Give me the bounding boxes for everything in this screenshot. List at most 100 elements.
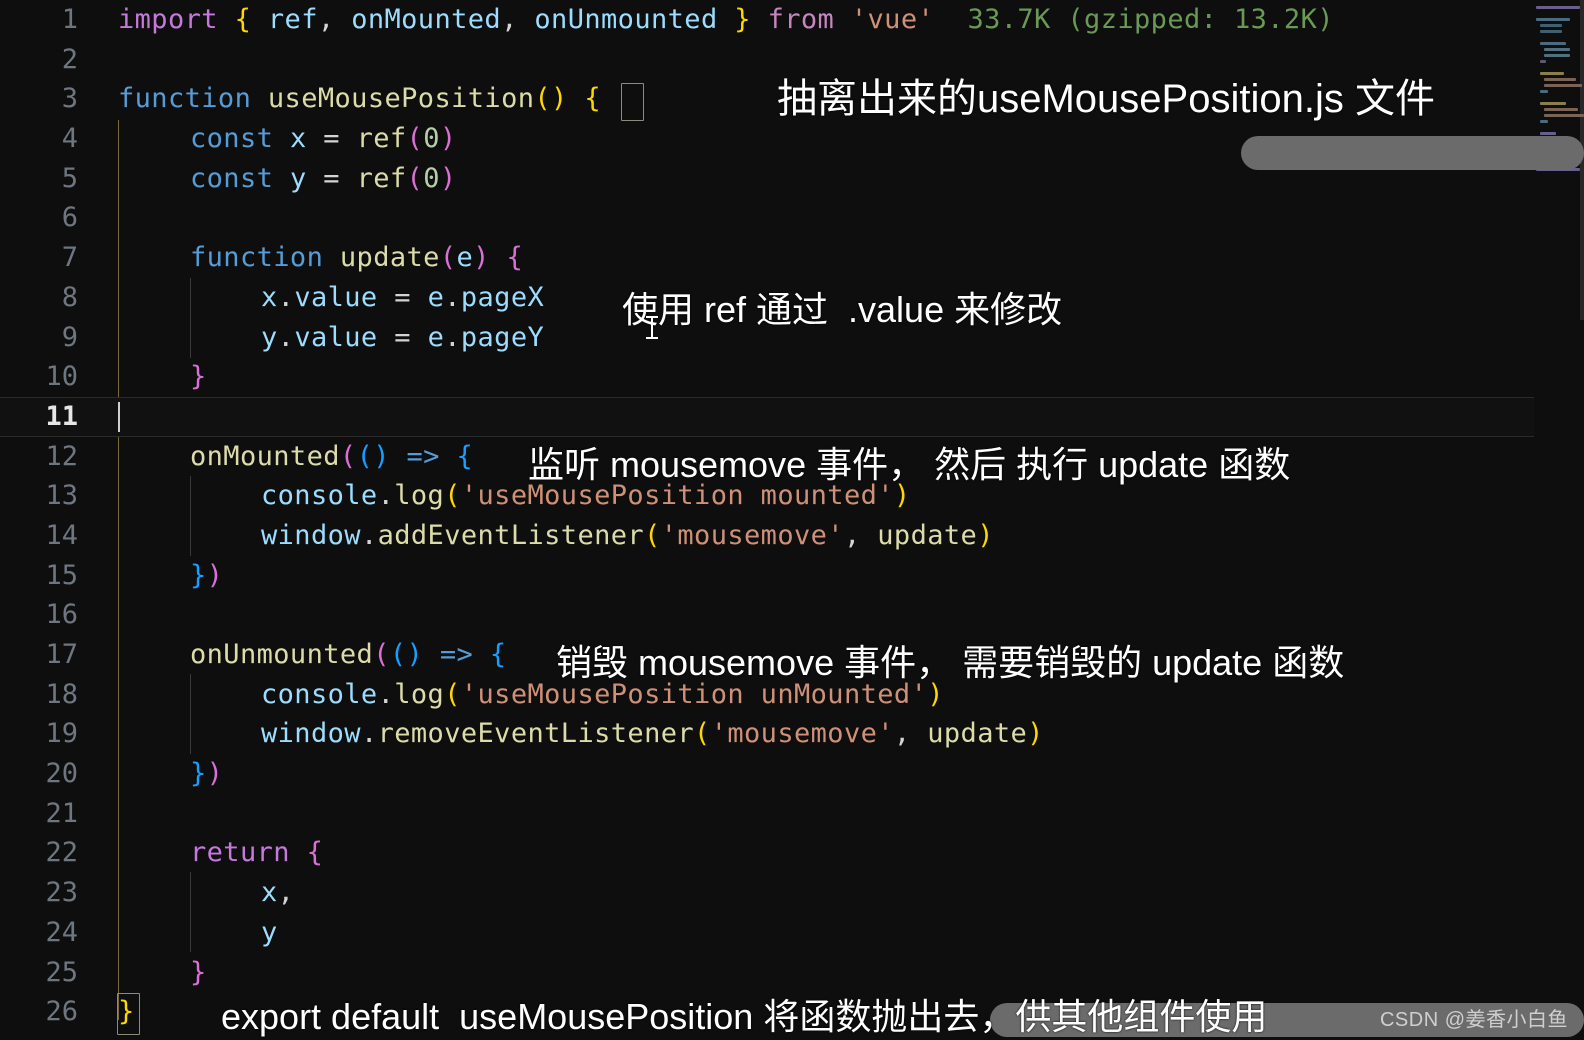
vscode-editor-screenshot: 1 import { ref, onMounted, onUnmounted }… xyxy=(0,0,1584,1040)
line-content: }) xyxy=(190,559,224,591)
token-addeventlistener: addEventListener xyxy=(377,519,645,551)
line-number: 17 xyxy=(45,639,78,670)
line-number: 6 xyxy=(61,202,78,234)
token-ref: ref xyxy=(267,4,318,35)
code-line[interactable]: 25 } xyxy=(0,953,1584,993)
token-const: const xyxy=(190,162,274,194)
line-number: 25 xyxy=(45,956,78,988)
code-line[interactable]: 19 window.removeEventListener('mousemove… xyxy=(0,714,1584,754)
token-console: console xyxy=(261,678,378,710)
code-line[interactable]: 20 }) xyxy=(0,754,1584,794)
token-onmounted: onMounted xyxy=(351,4,502,35)
code-line[interactable]: 16 xyxy=(0,595,1584,635)
line-content: y xyxy=(261,913,278,953)
annotation-on-mounted: 监听 mousemove 事件， 然后 执行 update 函数 xyxy=(528,444,1291,485)
token-window: window xyxy=(261,718,361,750)
line-content: window.addEventListener('mousemove', upd… xyxy=(261,519,994,551)
code-line[interactable]: 14 window.addEventListener('mousemove', … xyxy=(0,516,1584,556)
token-function: function xyxy=(190,242,324,274)
token-x: x xyxy=(261,877,278,909)
line-number: 4 xyxy=(61,123,78,155)
line-content: return { xyxy=(190,837,324,869)
code-line[interactable]: 23 x, xyxy=(0,873,1584,913)
code-line[interactable]: 7 function update(e) { xyxy=(0,238,1584,278)
line-content: } xyxy=(190,361,207,393)
token-vue-module: 'vue' xyxy=(850,4,935,35)
line-number: 9 xyxy=(61,321,78,353)
annotation-ref-value: 使用 ref 通过 .value 来修改 xyxy=(622,289,1063,330)
token-function: function xyxy=(118,83,252,115)
csdn-watermark: CSDN @姜香小白鱼 xyxy=(1379,1009,1568,1031)
minimap-line xyxy=(1536,6,1580,9)
token-update: update xyxy=(339,242,440,274)
token-ref-call: ref xyxy=(356,123,407,155)
minimap-line xyxy=(1540,90,1548,93)
minimap-line xyxy=(1544,54,1570,57)
line-content: const x = ref(0) xyxy=(190,123,457,155)
line-content: window.removeEventListener('mousemove', … xyxy=(261,718,1044,750)
token-from: from xyxy=(767,4,835,35)
code-line[interactable]: 10 } xyxy=(0,357,1584,397)
line-number: 18 xyxy=(45,678,78,710)
annotation-export-default: export default useMousePosition 将函数抛出去，供… xyxy=(221,996,1268,1037)
code-line-active[interactable]: 11 xyxy=(0,396,1584,437)
line-number: 11 xyxy=(45,400,78,432)
token-x: x xyxy=(289,123,307,155)
highlight-bar-top xyxy=(1241,136,1584,170)
code-line[interactable]: 24 y xyxy=(0,913,1584,953)
token-onunmounted: onUnmounted xyxy=(534,4,718,35)
minimap-line xyxy=(1544,78,1576,81)
annotation-title: 抽离出来的useMousePosition.js 文件 xyxy=(777,77,1435,121)
line-number: 10 xyxy=(45,361,78,393)
line-content: onUnmounted(() => { xyxy=(190,639,507,670)
line-content: } xyxy=(118,996,135,1028)
token-pagex: pageX xyxy=(460,281,545,313)
token-window: window xyxy=(261,519,361,551)
minimap-line xyxy=(1544,84,1582,87)
line-number: 16 xyxy=(45,599,78,631)
line-number: 5 xyxy=(61,162,78,194)
token-import: import xyxy=(118,4,218,35)
code-line[interactable]: 6 xyxy=(0,198,1584,238)
line-number: 1 xyxy=(61,4,78,35)
line-content: function useMousePosition() { xyxy=(118,83,602,115)
import-cost-hint: 33.7K (gzipped: 13.2K) xyxy=(967,4,1334,35)
line-number: 12 xyxy=(45,440,78,472)
line-number: 26 xyxy=(45,996,78,1028)
line-content: } xyxy=(190,956,207,988)
code-line[interactable]: 15 }) xyxy=(0,556,1584,596)
line-number: 23 xyxy=(45,877,78,909)
line-content: const y = ref(0) xyxy=(190,162,457,194)
token-onmounted-call: onMounted xyxy=(190,440,340,472)
minimap-line xyxy=(1544,108,1578,111)
line-number: 21 xyxy=(45,797,78,829)
token-str-mousemove: 'mousemove' xyxy=(660,519,844,551)
minimap-line xyxy=(1540,72,1564,75)
code-line[interactable]: 1 import { ref, onMounted, onUnmounted }… xyxy=(0,0,1584,40)
annotation-on-unmounted: 销毁 mousemove 事件， 需要销毁的 update 函数 xyxy=(556,642,1345,683)
line-content: function update(e) { xyxy=(190,242,524,274)
mouse-ibeam-cursor xyxy=(645,315,659,341)
token-value: value xyxy=(294,281,378,313)
token-console: console xyxy=(261,480,378,512)
line-number: 19 xyxy=(45,718,78,750)
line-number: 15 xyxy=(45,559,78,591)
token-update-ref: update xyxy=(877,519,978,551)
minimap-line xyxy=(1536,18,1570,21)
token-usemouseposition: useMousePosition xyxy=(267,83,535,115)
token-log: log xyxy=(394,678,445,710)
minimap-line xyxy=(1540,30,1562,33)
text-cursor xyxy=(118,401,120,432)
minimap-line xyxy=(1540,60,1546,63)
line-number: 3 xyxy=(61,83,78,115)
token-e: e xyxy=(456,242,474,274)
token-log: log xyxy=(394,480,445,512)
code-line[interactable]: 22 return { xyxy=(0,833,1584,873)
minimap-line xyxy=(1540,102,1566,105)
token-removeeventlistener: removeEventListener xyxy=(377,718,695,750)
code-line[interactable]: 21 xyxy=(0,794,1584,834)
line-number: 24 xyxy=(45,916,78,948)
token-onunmounted-call: onUnmounted xyxy=(190,639,374,670)
token-x: x xyxy=(261,281,278,313)
minimap-line xyxy=(1540,42,1566,45)
